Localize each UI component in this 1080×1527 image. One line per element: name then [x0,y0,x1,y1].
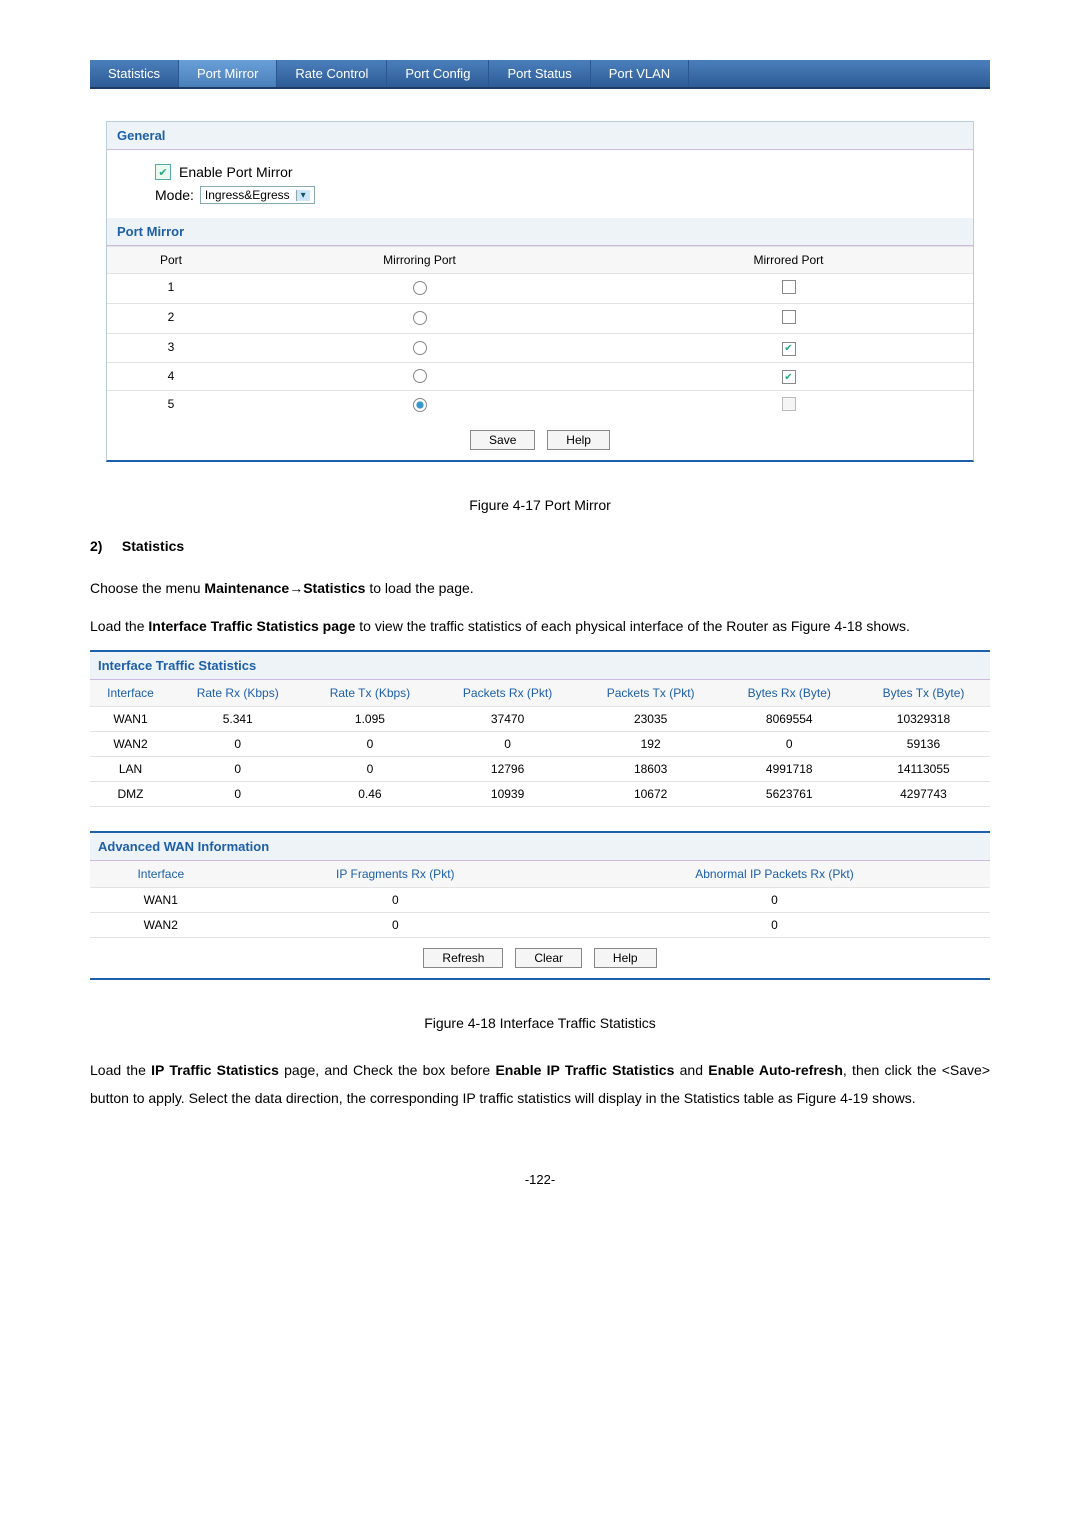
refresh-button[interactable]: Refresh [423,948,503,968]
paragraph: Load the Interface Traffic Statistics pa… [90,612,990,640]
section-heading: Statistics [122,538,184,554]
table-row: 5 [107,390,973,420]
its-header-row: Interface Rate Rx (Kbps) Rate Tx (Kbps) … [90,680,990,707]
chevron-down-icon: ▾ [296,190,310,201]
mirrored-checkbox[interactable] [782,280,796,294]
help-button[interactable]: Help [594,948,657,968]
port-num: 1 [107,274,235,303]
table-row: 3 ✔ [107,333,973,362]
tab-port-config[interactable]: Port Config [387,60,489,87]
help-button[interactable]: Help [547,430,610,450]
table-row: WAN2000192059136 [90,732,990,757]
its-h1: Rate Rx (Kbps) [171,680,304,707]
mirroring-radio[interactable] [413,281,427,295]
mode-value: Ingress&Egress [205,188,290,202]
table-row: 4 ✔ [107,362,973,391]
enable-port-mirror-label: Enable Port Mirror [179,164,293,180]
tab-bar: Statistics Port Mirror Rate Control Port… [90,60,990,89]
figure-caption-1: Figure 4-17 Port Mirror [90,497,990,513]
its-h0: Interface [90,680,171,707]
col-mirrored: Mirrored Port [604,247,973,273]
port-num: 5 [107,391,235,420]
tab-port-status[interactable]: Port Status [489,60,590,87]
figure-caption-2: Figure 4-18 Interface Traffic Statistics [90,1015,990,1031]
its-h4: Packets Tx (Pkt) [580,680,722,707]
tab-statistics[interactable]: Statistics [90,60,179,87]
col-mirroring: Mirroring Port [235,247,604,273]
general-title: General [107,122,973,150]
port-num: 3 [107,334,235,362]
advanced-wan-information: Advanced WAN Information Interface IP Fr… [90,831,990,980]
adv-header-row: Interface IP Fragments Rx (Pkt) Abnormal… [90,861,990,888]
adv-title: Advanced WAN Information [90,833,990,861]
enable-port-mirror-checkbox[interactable]: ✔ [155,164,171,180]
port-num: 2 [107,304,235,333]
mirrored-checkbox[interactable]: ✔ [782,342,796,356]
tab-rate-control[interactable]: Rate Control [277,60,387,87]
table-row: LAN001279618603499171814113055 [90,757,990,782]
mirroring-radio[interactable] [413,369,427,383]
col-port: Port [107,247,235,273]
port-num: 4 [107,363,235,391]
paragraph: Load the IP Traffic Statistics page, and… [90,1056,990,1112]
page-number: -122- [90,1172,990,1187]
paragraph: Choose the menu Maintenance→Statistics t… [90,574,990,602]
its-h2: Rate Tx (Kbps) [304,680,435,707]
table-row: WAN15.3411.0953747023035806955410329318 [90,707,990,732]
its-h5: Bytes Rx (Byte) [722,680,857,707]
mode-select[interactable]: Ingress&Egress ▾ [200,186,315,204]
mirroring-radio[interactable] [413,398,427,412]
table-row: 2 [107,303,973,333]
mirroring-radio[interactable] [413,311,427,325]
tab-port-vlan[interactable]: Port VLAN [591,60,689,87]
mirrored-checkbox [782,397,796,411]
interface-traffic-statistics: Interface Traffic Statistics Interface R… [90,650,990,807]
table-row: DMZ00.46109391067256237614297743 [90,782,990,807]
mirrored-checkbox[interactable]: ✔ [782,370,796,384]
port-mirror-title: Port Mirror [107,218,973,246]
table-row: WAN100 [90,888,990,913]
table-row: WAN200 [90,913,990,938]
clear-button[interactable]: Clear [515,948,582,968]
its-title: Interface Traffic Statistics [90,652,990,680]
port-mirror-panel: General ✔ Enable Port Mirror Mode: Ingre… [106,121,974,462]
its-h3: Packets Rx (Pkt) [435,680,579,707]
save-button[interactable]: Save [470,430,535,450]
table-row: 1 [107,273,973,303]
mode-label: Mode: [155,187,194,203]
section-number: 2) [90,538,102,554]
mirrored-checkbox[interactable] [782,310,796,324]
its-h6: Bytes Tx (Byte) [857,680,990,707]
mirroring-radio[interactable] [413,341,427,355]
tab-port-mirror[interactable]: Port Mirror [179,60,277,87]
